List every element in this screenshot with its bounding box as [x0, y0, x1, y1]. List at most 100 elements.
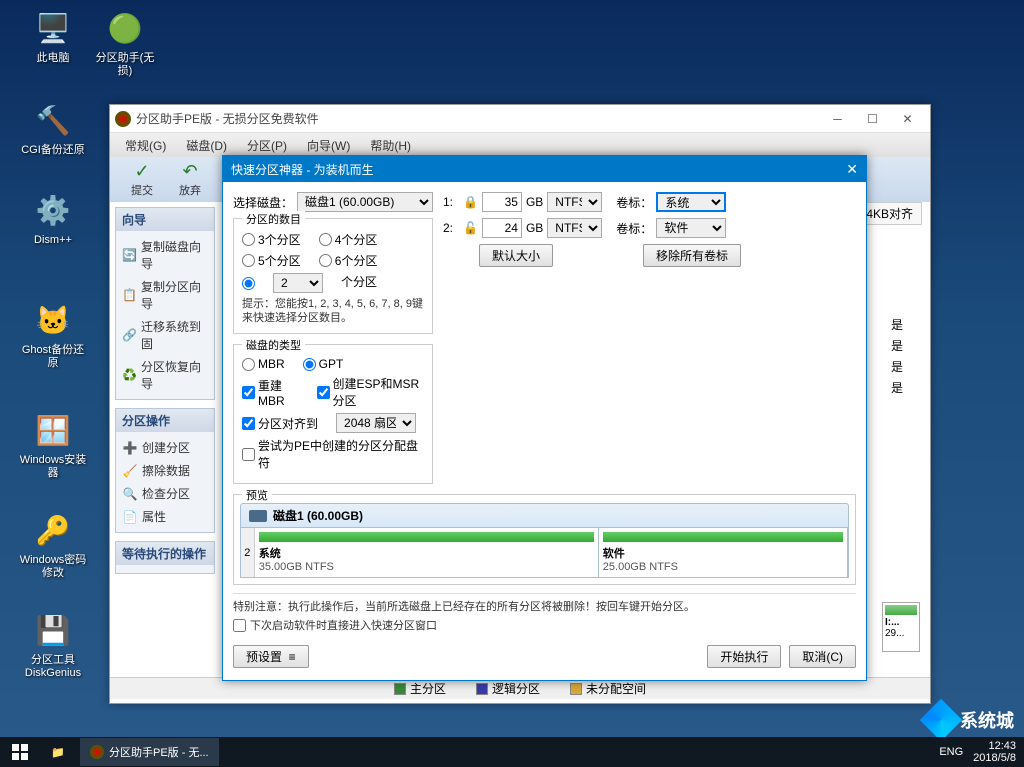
panel-header: 等待执行的操作	[116, 542, 214, 565]
radio-6-partitions[interactable]: 6个分区	[319, 252, 378, 269]
dialog-close-button[interactable]: ✕	[846, 161, 858, 178]
desktop-icon[interactable]: 🐱Ghost备份还原	[18, 300, 88, 370]
hint-text: 提示：您能按1, 2, 3, 4, 5, 6, 7, 8, 9键来快速选择分区数…	[242, 297, 424, 325]
sidebar-panel: 等待执行的操作	[115, 541, 215, 574]
menu-item[interactable]: 向导(W)	[297, 137, 360, 154]
preview-partition[interactable]: 系统35.00GB NTFS	[255, 528, 599, 577]
check-rebuild-mbr[interactable]: 重建MBR	[242, 375, 299, 409]
lock-icon[interactable]: 🔓	[463, 221, 478, 235]
toolbar-button[interactable]: ✓提交	[118, 161, 166, 198]
desktop-icon[interactable]: 🔑Windows密码修改	[18, 510, 88, 580]
sidebar-item[interactable]: ♻️分区恢复向导	[120, 355, 210, 395]
radio-3-partitions[interactable]: 3个分区	[242, 231, 301, 248]
menu-item[interactable]: 帮助(H)	[360, 137, 421, 154]
menu-item[interactable]: 磁盘(D)	[176, 137, 237, 154]
desktop-icon-glyph: 🟢	[105, 8, 145, 48]
desktop-icon-glyph: 🔨	[33, 100, 73, 140]
desktop-icon[interactable]: 🔨CGI备份还原	[18, 100, 88, 157]
row-index: 2:	[443, 221, 459, 235]
sidebar-item[interactable]: ➕创建分区	[120, 436, 210, 459]
taskbar: 📁 分区助手PE版 - 无... ENG 12:43 2018/5/8	[0, 737, 1024, 767]
taskbar-app-label: 分区助手PE版 - 无...	[109, 744, 209, 760]
desktop-icon-glyph: 🖥️	[33, 8, 73, 48]
app-icon	[115, 111, 131, 127]
disk-icon	[249, 510, 267, 522]
minimize-button[interactable]: ─	[820, 109, 855, 129]
radio-mbr[interactable]: MBR	[242, 357, 285, 371]
select-disk-label: 选择磁盘：	[233, 194, 293, 211]
unit-label: GB	[526, 195, 543, 209]
sidebar-item[interactable]: 📄属性	[120, 505, 210, 528]
volume-select[interactable]: 软件	[656, 218, 726, 238]
start-button[interactable]	[0, 737, 40, 767]
default-size-button[interactable]: 默认大小	[479, 244, 553, 267]
sidebar-panel: 向导 🔄复制磁盘向导📋复制分区向导🔗迁移系统到固♻️分区恢复向导	[115, 207, 215, 400]
cancel-button[interactable]: 取消(C)	[789, 645, 856, 668]
menu-item[interactable]: 分区(P)	[237, 137, 297, 154]
desktop-icon[interactable]: 💾分区工具DiskGenius	[18, 610, 88, 680]
radio-gpt[interactable]: GPT	[303, 357, 344, 371]
start-button[interactable]: 开始执行	[707, 645, 781, 668]
sidebar-panel: 分区操作➕创建分区🧹擦除数据🔍检查分区📄属性	[115, 408, 215, 533]
disk-select[interactable]: 磁盘1 (60.00GB)	[297, 192, 433, 212]
lock-icon[interactable]: 🔒	[463, 195, 478, 209]
preview-index: 2	[241, 528, 255, 577]
menu-item[interactable]: 常规(G)	[115, 137, 176, 154]
check-try-pe[interactable]: 尝试为PE中创建的分区分配盘符	[242, 437, 424, 471]
thumb-size: 29...	[885, 628, 917, 639]
toolbar-button[interactable]: ↶放弃	[166, 161, 214, 198]
sidebar: 向导 🔄复制磁盘向导📋复制分区向导🔗迁移系统到固♻️分区恢复向导分区操作➕创建分区…	[110, 202, 220, 680]
sidebar-item[interactable]: 🔄复制磁盘向导	[120, 235, 210, 275]
taskbar-app-button[interactable]: 分区助手PE版 - 无...	[80, 738, 219, 766]
custom-count-select[interactable]: 2	[273, 273, 323, 293]
desktop-icon-glyph: ⚙️	[33, 190, 73, 230]
titlebar: 分区助手PE版 - 无损分区免费软件 ─ ☐ ✕	[110, 105, 930, 133]
maximize-button[interactable]: ☐	[855, 109, 890, 129]
dialog-titlebar: 快速分区神器 - 为装机而生 ✕	[223, 156, 866, 182]
check-create-esp[interactable]: 创建ESP和MSR分区	[317, 375, 424, 409]
language-indicator[interactable]: ENG	[939, 746, 963, 758]
preview-partition[interactable]: 软件25.00GB NTFS	[599, 528, 848, 577]
disk-type-label: 磁盘的类型	[242, 337, 305, 353]
align-select[interactable]: 2048 扇区	[336, 413, 416, 433]
radio-custom-partitions[interactable]	[242, 273, 255, 293]
volume-select[interactable]: 系统	[656, 192, 726, 212]
desktop-icon[interactable]: 🟢 分区助手(无损)	[90, 8, 160, 78]
menubar: 常规(G)磁盘(D)分区(P)向导(W)帮助(H)	[110, 133, 930, 157]
dialog-title: 快速分区神器 - 为装机而生	[231, 161, 374, 178]
taskbar-app-icon	[90, 745, 104, 759]
close-button[interactable]: ✕	[890, 109, 925, 129]
quick-partition-dialog: 快速分区神器 - 为装机而生 ✕ 选择磁盘： 磁盘1 (60.00GB) 分区的…	[222, 155, 867, 681]
file-explorer-taskbar-icon[interactable]: 📁	[40, 746, 76, 759]
disk-thumbnail[interactable]: I:... 29...	[882, 602, 920, 652]
radio-4-partitions[interactable]: 4个分区	[319, 231, 378, 248]
panel-header: 向导	[116, 208, 214, 231]
size-input[interactable]	[482, 218, 522, 238]
legend-item: 主分区	[394, 680, 446, 697]
custom-suffix: 个分区	[341, 273, 377, 293]
desktop-icon-label: Windows安装器	[18, 454, 88, 480]
thumb-label: I:...	[885, 617, 917, 628]
radio-5-partitions[interactable]: 5个分区	[242, 252, 301, 269]
desktop-icon-glyph: 🪟	[33, 410, 73, 450]
desktop-icon-label: 分区工具DiskGenius	[18, 654, 88, 680]
size-input[interactable]	[482, 192, 522, 212]
sidebar-item[interactable]: 📋复制分区向导	[120, 275, 210, 315]
fs-select[interactable]: NTFS	[547, 218, 602, 238]
sidebar-item[interactable]: 🔗迁移系统到固	[120, 315, 210, 355]
remove-labels-button[interactable]: 移除所有卷标	[643, 244, 741, 267]
clock[interactable]: 12:43 2018/5/8	[973, 740, 1016, 764]
preset-button[interactable]: 预设置 ≡	[233, 645, 309, 668]
desktop-icon[interactable]: ⚙️Dism++	[18, 190, 88, 247]
desktop-icon-label: 分区助手(无损)	[90, 52, 160, 78]
volume-label-text: 卷标：	[616, 220, 652, 237]
fs-select[interactable]: NTFS	[547, 192, 602, 212]
warning-note: 特别注意：执行此操作后，当前所选磁盘上已经存在的所有分区将被删除！按回车键开始分…	[233, 593, 856, 637]
grid-header-cell[interactable]: 4KB对齐	[857, 202, 922, 225]
sidebar-item[interactable]: 🧹擦除数据	[120, 459, 210, 482]
desktop-icon[interactable]: 🖥️此电脑	[18, 8, 88, 65]
desktop-icon[interactable]: 🪟 Windows安装器	[18, 410, 88, 480]
check-align[interactable]: 分区对齐到	[242, 413, 318, 433]
sidebar-item[interactable]: 🔍检查分区	[120, 482, 210, 505]
check-next-time[interactable]: 下次启动软件时直接进入快速分区窗口	[233, 617, 856, 633]
